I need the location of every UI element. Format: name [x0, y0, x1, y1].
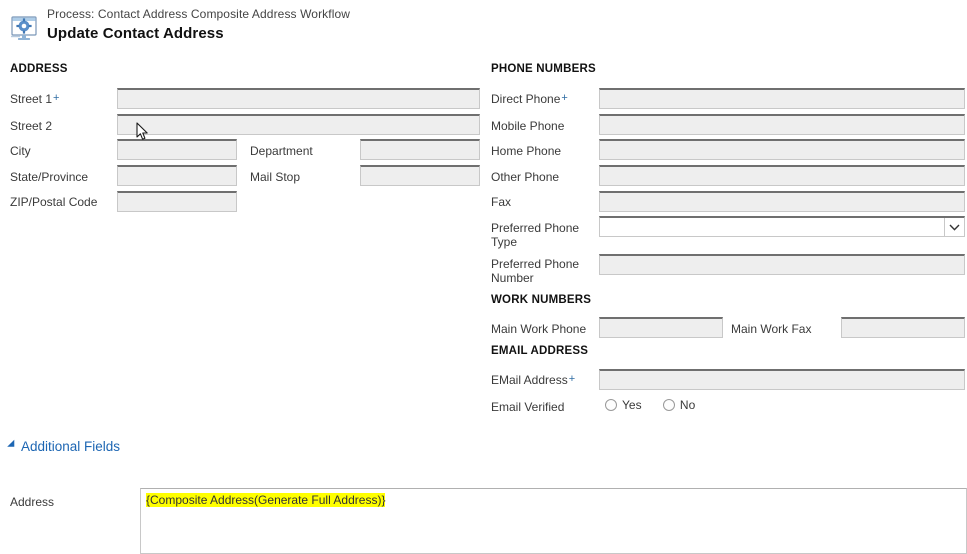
preferred-phone-type-select[interactable]: [599, 216, 965, 237]
required-marker-direct-phone: +: [561, 92, 568, 104]
required-marker-street1: +: [53, 92, 60, 104]
chevron-down-icon[interactable]: [944, 218, 964, 236]
preferred-phone-number-input[interactable]: [599, 254, 965, 275]
page-header: Process: Contact Address Composite Addre…: [0, 0, 967, 56]
email-verified-yes-label: Yes: [622, 398, 642, 412]
street2-input[interactable]: [117, 114, 480, 135]
street1-label-text: Street 1: [10, 92, 53, 106]
email-address-input[interactable]: [599, 369, 965, 390]
additional-address-label: Address: [10, 495, 55, 509]
zip-postal-code-input[interactable]: [117, 191, 237, 212]
zip-postal-code-label: ZIP/Postal Code: [10, 195, 98, 209]
city-label: City: [10, 144, 31, 158]
preferred-phone-number-label: Preferred Phone Number: [491, 257, 580, 285]
address-section-heading: ADDRESS: [10, 63, 68, 75]
mail-stop-label: Mail Stop: [250, 170, 301, 184]
email-verified-radio-yes[interactable]: Yes: [605, 398, 642, 412]
process-subtitle: Process: Contact Address Composite Addre…: [47, 7, 351, 21]
work-numbers-section-heading: WORK NUMBERS: [491, 294, 592, 306]
required-marker-email: +: [568, 373, 576, 385]
street1-input[interactable]: [117, 88, 480, 109]
fax-input[interactable]: [599, 191, 965, 212]
phone-section-heading: PHONE NUMBERS: [491, 63, 596, 75]
home-phone-input[interactable]: [599, 139, 965, 160]
state-province-label: State/Province: [10, 170, 89, 184]
direct-phone-input[interactable]: [599, 88, 965, 109]
header-text-block: Process: Contact Address Composite Addre…: [47, 7, 350, 44]
department-input[interactable]: [360, 139, 480, 160]
workflow-gear-icon: [9, 14, 39, 42]
main-work-fax-input[interactable]: [841, 317, 965, 338]
email-verified-no-label: No: [679, 398, 696, 412]
other-phone-input[interactable]: [599, 165, 965, 186]
mobile-phone-label: Mobile Phone: [491, 119, 565, 133]
email-verified-label: Email Verified: [491, 400, 565, 414]
direct-phone-label: Direct Phone+: [491, 92, 568, 106]
preferred-phone-type-label: Preferred Phone Type: [491, 221, 580, 249]
email-section-heading: EMAIL ADDRESS: [491, 345, 589, 357]
radio-circle-icon: [605, 399, 617, 411]
radio-circle-icon: [662, 399, 675, 411]
state-province-input[interactable]: [117, 165, 237, 186]
fax-label: Fax: [491, 195, 512, 209]
direct-phone-label-text: Direct Phone: [491, 92, 561, 106]
main-work-phone-label: Main Work Phone: [491, 322, 587, 336]
composite-address-token[interactable]: {Composite Address(Generate Full Address…: [146, 493, 386, 507]
mobile-phone-input[interactable]: [599, 114, 965, 135]
home-phone-label: Home Phone: [491, 144, 562, 158]
email-verified-radio-no[interactable]: No: [662, 398, 696, 412]
additional-fields-toggle-label: Additional Fields: [21, 439, 121, 454]
email-address-label-text: EMail Address: [491, 373, 568, 387]
street1-label: Street 1+: [10, 92, 59, 106]
main-work-phone-input[interactable]: [599, 317, 723, 338]
mail-stop-input[interactable]: [360, 165, 480, 186]
page-title: Update Contact Address: [47, 25, 224, 42]
other-phone-label: Other Phone: [491, 170, 560, 184]
city-input[interactable]: [117, 139, 237, 160]
email-address-label: EMail Address+: [491, 373, 575, 387]
triangle-expanded-icon: [7, 439, 18, 450]
main-work-fax-label: Main Work Fax: [731, 322, 812, 336]
street2-label: Street 2: [10, 119, 53, 133]
department-label: Department: [250, 144, 313, 158]
additional-fields-toggle[interactable]: Additional Fields: [7, 439, 121, 454]
additional-address-textarea[interactable]: {Composite Address(Generate Full Address…: [140, 488, 967, 554]
email-verified-radio-group[interactable]: Yes No: [605, 398, 713, 414]
